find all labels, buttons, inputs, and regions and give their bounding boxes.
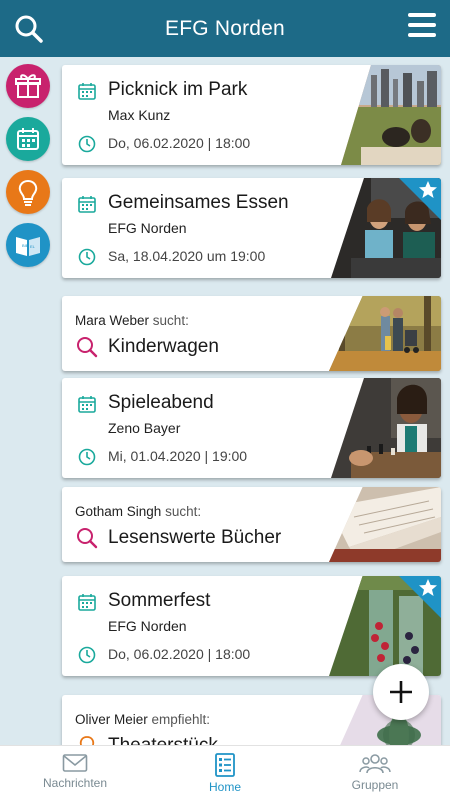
recommendation-author-line: Oliver Meier empfiehlt: — [75, 712, 210, 727]
request-author: Gotham Singh — [75, 504, 162, 519]
people-icon — [359, 754, 391, 774]
event-card[interactable]: Picknick im Park Max Kunz Do, 06.02.2020… — [62, 65, 441, 165]
event-image — [331, 378, 441, 478]
search-icon — [77, 337, 98, 358]
event-title: Gemeinsames Essen — [108, 192, 289, 213]
request-author-line: Gotham Singh sucht: — [75, 504, 201, 519]
star-icon — [419, 181, 437, 198]
lightbulb-icon — [18, 179, 38, 206]
page-title: EFG Norden — [165, 16, 285, 40]
event-image — [341, 65, 441, 165]
bottom-navigation: Nachrichten Home Gruppen — [0, 745, 450, 800]
event-organizer: EFG Norden — [108, 618, 187, 634]
recommendation-verb: empfiehlt: — [151, 712, 211, 727]
tab-gruppen[interactable]: Gruppen — [300, 746, 450, 800]
recommendation-author: Oliver Meier — [75, 712, 148, 727]
clock-icon — [78, 248, 96, 266]
plus-icon — [390, 681, 412, 703]
search-icon — [77, 528, 98, 549]
tab-home[interactable]: Home — [150, 746, 300, 800]
calendar-icon — [78, 196, 96, 213]
envelope-icon — [62, 754, 88, 772]
event-organizer: EFG Norden — [108, 220, 187, 236]
event-card[interactable]: Sommerfest EFG Norden Do, 06.02.2020 | 1… — [62, 576, 441, 676]
request-verb: sucht: — [152, 313, 189, 328]
clock-icon — [78, 646, 96, 664]
calendar-icon — [78, 83, 96, 100]
hamburger-menu-icon[interactable] — [408, 12, 436, 38]
event-date: Do, 06.02.2020 | 18:00 — [108, 646, 251, 662]
event-title: Spieleabend — [108, 392, 214, 413]
app-header: EFG Norden — [0, 0, 450, 57]
add-button[interactable] — [373, 664, 429, 720]
sidebar-item-ideas[interactable] — [6, 170, 50, 214]
clock-icon — [78, 448, 96, 466]
request-image — [329, 296, 441, 371]
tab-label: Home — [208, 780, 241, 794]
request-card[interactable]: Gotham Singh sucht: Lesenswerte Bücher — [62, 487, 441, 562]
sidebar: BIB EL — [0, 57, 55, 747]
request-title: Kinderwagen — [108, 336, 219, 357]
request-verb: sucht: — [165, 504, 202, 519]
request-card[interactable]: Mara Weber sucht: Kinderwagen — [62, 296, 441, 371]
event-organizer: Max Kunz — [108, 107, 171, 123]
request-title: Lesenswerte Bücher — [108, 527, 282, 548]
tab-label: Nachrichten — [42, 776, 108, 790]
gift-icon — [15, 74, 41, 98]
sidebar-item-bible[interactable]: BIB EL — [6, 223, 50, 267]
event-date: Do, 06.02.2020 | 18:00 — [108, 135, 251, 151]
event-card[interactable]: Gemeinsames Essen EFG Norden Sa, 18.04.2… — [62, 178, 441, 278]
request-image — [329, 487, 441, 562]
calendar-icon — [78, 594, 96, 611]
event-title: Picknick im Park — [108, 79, 248, 100]
event-date: Mi, 01.04.2020 | 19:00 — [108, 448, 248, 464]
sidebar-item-gifts[interactable] — [6, 64, 50, 108]
request-author: Mara Weber — [75, 313, 150, 328]
calendar-icon — [78, 396, 96, 413]
star-icon — [419, 579, 437, 596]
event-card[interactable]: Spieleabend Zeno Bayer Mi, 01.04.2020 | … — [62, 378, 441, 478]
svg-text:EL: EL — [30, 244, 36, 249]
calendar-icon — [17, 128, 39, 150]
tab-nachrichten[interactable]: Nachrichten — [0, 746, 150, 800]
bible-book-icon: BIB EL — [16, 237, 40, 256]
sidebar-item-calendar[interactable] — [6, 117, 50, 161]
list-icon — [215, 753, 235, 777]
clock-icon — [78, 135, 96, 153]
request-author-line: Mara Weber sucht: — [75, 313, 189, 328]
search-icon[interactable] — [14, 14, 44, 44]
svg-text:BIB: BIB — [22, 243, 29, 248]
event-organizer: Zeno Bayer — [108, 420, 181, 436]
tab-label: Gruppen — [351, 778, 399, 792]
event-title: Sommerfest — [108, 590, 211, 611]
event-date: Sa, 18.04.2020 um 19:00 — [108, 248, 266, 264]
